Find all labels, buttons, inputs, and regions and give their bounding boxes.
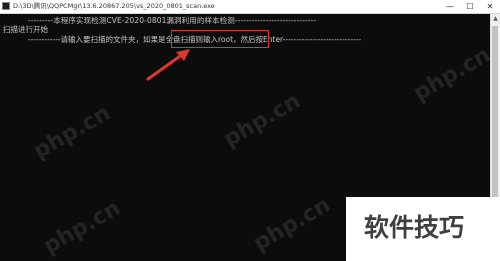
minimize-button[interactable]: — xyxy=(440,0,460,13)
scroll-up-icon[interactable]: ▲ xyxy=(491,14,500,24)
scroll-thumb[interactable] xyxy=(492,26,498,226)
title-bar[interactable]: D:\3D\腾讯\QQPCMgr\13.6.20867.205\vs_2020_… xyxy=(0,0,500,14)
console-app-icon xyxy=(2,2,10,10)
site-badge: 软件技巧 xyxy=(346,197,500,261)
annotation-highlight-box xyxy=(171,30,269,48)
console-window: D:\3D\腾讯\QQPCMgr\13.6.20867.205\vs_2020_… xyxy=(0,0,500,261)
window-title: D:\3D\腾讯\QQPCMgr\13.6.20867.205\vs_2020_… xyxy=(13,2,215,10)
console-line: ---------本程序实现检测CVE-2020-0801漏洞利用的样本检测--… xyxy=(28,16,317,25)
maximize-button[interactable]: ☐ xyxy=(460,0,480,13)
badge-text: 软件技巧 xyxy=(364,213,465,242)
close-button[interactable]: ✕ xyxy=(480,0,500,13)
